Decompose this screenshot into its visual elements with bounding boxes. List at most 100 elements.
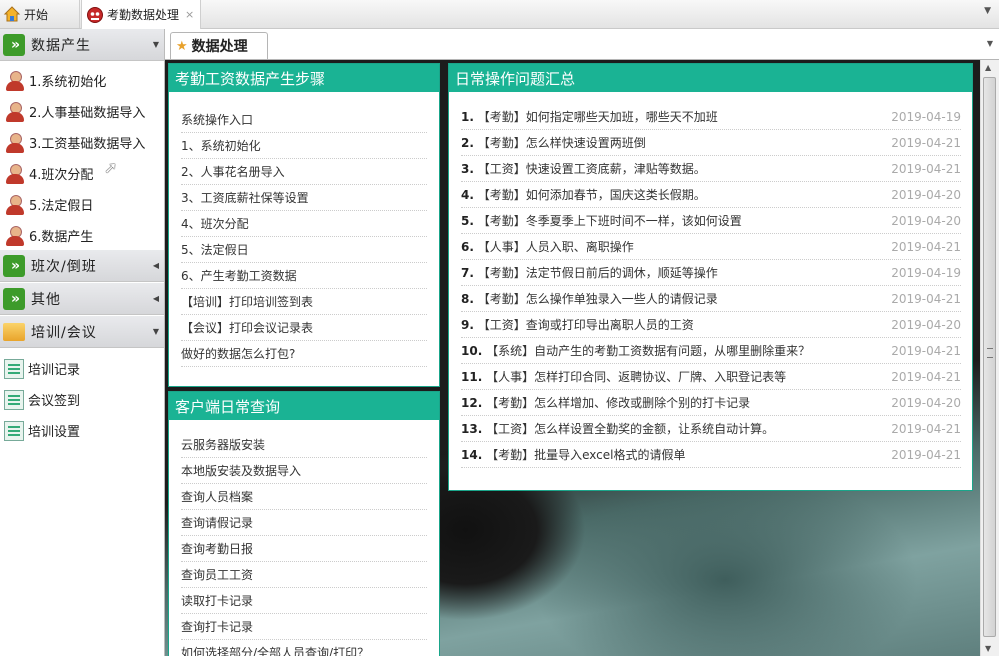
tab-attendance-processing-label: 考勤数据处理: [107, 8, 180, 22]
sidebar-item-system-init[interactable]: 1.系统初始化: [0, 65, 164, 96]
link-cloud-install[interactable]: 云服务器版安装: [181, 432, 427, 458]
sidebar-item-hr-import[interactable]: 2.人事基础数据导入: [0, 96, 164, 127]
sidebar-item-salary-import[interactable]: 3.工资基础数据导入: [0, 127, 164, 158]
person-icon: [4, 132, 26, 154]
link-pack-data[interactable]: 做好的数据怎么打包?: [181, 341, 427, 367]
tab-data-processing-label: 数据处理: [191, 39, 248, 55]
faq-item[interactable]: 8. 【考勤】怎么操作单独录入一些人的请假记录 2019-04-21: [461, 286, 961, 312]
grip-icon: [987, 348, 993, 358]
sidebar-item-meeting-signin[interactable]: 会议签到: [0, 384, 164, 415]
person-icon: [4, 163, 26, 185]
chevron-left-icon: ◀: [152, 294, 160, 303]
link-select-staff[interactable]: 如何选择部分/全部人员查询/打印？: [181, 640, 427, 656]
scroll-up-icon[interactable]: ▲: [985, 63, 991, 72]
sidebar-item-label: 会议签到: [28, 394, 81, 409]
double-chevron-right-icon: »: [3, 33, 25, 56]
sidebar-item-label: 1.系统初始化: [29, 75, 107, 90]
sidebar-group-other[interactable]: » 其他 ◀: [0, 283, 164, 315]
sidebar-item-training-record[interactable]: 培训记录: [0, 353, 164, 384]
link-print-training[interactable]: 【培训】打印培训签到表: [181, 289, 427, 315]
meeting-signin-icon: [4, 389, 24, 410]
link-step-roster[interactable]: 2、人事花名册导入: [181, 159, 427, 185]
link-local-install[interactable]: 本地版安装及数据导入: [181, 458, 427, 484]
close-icon[interactable]: ×: [185, 8, 194, 21]
tab-home[interactable]: 开始: [0, 0, 80, 28]
dashboard-content: 考勤工资数据产生步骤 系统操作入口 1、系统初始化 2、人事花名册导入 3、工资…: [165, 60, 980, 656]
link-step-generate[interactable]: 6、产生考勤工资数据: [181, 263, 427, 289]
sidebar-item-training-settings[interactable]: 培训设置: [0, 415, 164, 446]
panel-title: 客户端日常查询: [169, 392, 439, 420]
link-query-punch[interactable]: 查询打卡记录: [181, 614, 427, 640]
faq-item[interactable]: 13. 【工资】怎么样设置全勤奖的金额，让系统自动计算。 2019-04-21: [461, 416, 961, 442]
person-icon: [4, 225, 26, 247]
link-query-daily[interactable]: 查询考勤日报: [181, 536, 427, 562]
chevron-down-icon[interactable]: ▼: [984, 6, 991, 16]
person-icon: [4, 101, 26, 123]
faq-item[interactable]: 11. 【人事】怎样打印合同、返聘协议、厂牌、入职登记表等 2019-04-21: [461, 364, 961, 390]
sidebar-item-label: 5.法定假日: [29, 199, 94, 214]
faq-item[interactable]: 1. 【考勤】如何指定哪些天加班，哪些天不加班 2019-04-19: [461, 104, 961, 130]
link-step-salary[interactable]: 3、工资底薪社保等设置: [181, 185, 427, 211]
link-query-salary[interactable]: 查询员工工资: [181, 562, 427, 588]
faq-item[interactable]: 3. 【工资】快速设置工资底薪，津贴等数据。 2019-04-21: [461, 156, 961, 182]
chevron-left-icon: ◀: [152, 261, 160, 270]
panel-client-query: 客户端日常查询 云服务器版安装 本地版安装及数据导入 查询人员档案 查询请假记录…: [168, 391, 440, 656]
chevron-down-icon[interactable]: ▼: [987, 39, 993, 48]
link-read-punch[interactable]: 读取打卡记录: [181, 588, 427, 614]
sidebar-item-shift-assign[interactable]: 4.班次分配: [0, 158, 164, 189]
link-print-meeting[interactable]: 【会议】打印会议记录表: [181, 315, 427, 341]
app-icon: [87, 6, 103, 23]
faq-item[interactable]: 6. 【人事】人员入职、离职操作 2019-04-21: [461, 234, 961, 260]
inner-tab-bar: ★ 数据处理 ▼: [165, 29, 999, 60]
panel-title: 日常操作问题汇总: [449, 64, 972, 92]
scroll-thumb[interactable]: [983, 77, 996, 637]
faq-item[interactable]: 9. 【工资】查询或打印导出离职人员的工资 2019-04-20: [461, 312, 961, 338]
faq-item[interactable]: 14. 【考勤】批量导入excel格式的请假单 2019-04-21: [461, 442, 961, 468]
panel-faq: 日常操作问题汇总 1. 【考勤】如何指定哪些天加班，哪些天不加班 2019-04-…: [448, 63, 973, 491]
vertical-scrollbar[interactable]: ▲ ▼: [980, 60, 999, 656]
training-settings-icon: [4, 420, 24, 441]
link-step-init[interactable]: 1、系统初始化: [181, 133, 427, 159]
training-record-icon: [4, 358, 24, 379]
tab-home-label: 开始: [24, 7, 49, 22]
link-system-entry[interactable]: 系统操作入口: [181, 107, 427, 133]
link-step-holiday[interactable]: 5、法定假日: [181, 237, 427, 263]
star-icon: ★: [176, 38, 188, 54]
sidebar-group-data-generation[interactable]: » 数据产生 ▼: [0, 29, 164, 61]
link-step-shift[interactable]: 4、班次分配: [181, 211, 427, 237]
faq-item[interactable]: 7. 【考勤】法定节假日前后的调休，顺延等操作 2019-04-19: [461, 260, 961, 286]
person-icon: [4, 194, 26, 216]
faq-item[interactable]: 12. 【考勤】怎么样增加、修改或删除个别的打卡记录 2019-04-20: [461, 390, 961, 416]
tab-attendance-processing[interactable]: 考勤数据处理 ×: [81, 0, 201, 29]
home-icon: [3, 6, 21, 22]
link-query-leave[interactable]: 查询请假记录: [181, 510, 427, 536]
sidebar-item-label: 6.数据产生: [29, 230, 94, 245]
main-area: ★ 数据处理 ▼ 考勤工资数据产生步骤 系统操作入口 1、系统初始化 2、人事花…: [165, 29, 999, 656]
sidebar-group-label: 数据产生: [31, 37, 91, 54]
double-chevron-right-icon: »: [3, 287, 25, 310]
faq-item[interactable]: 2. 【考勤】怎么样快速设置两班倒 2019-04-21: [461, 130, 961, 156]
sidebar-item-label: 2.人事基础数据导入: [29, 106, 146, 121]
chevron-down-icon: ▼: [152, 40, 160, 49]
tab-data-processing[interactable]: ★ 数据处理: [170, 32, 268, 59]
scroll-down-icon[interactable]: ▼: [985, 644, 991, 653]
mouse-cursor-icon: ➚: [104, 158, 118, 177]
sidebar-group-label: 培训/会议: [31, 324, 97, 341]
sidebar-item-data-generate[interactable]: 6.数据产生: [0, 220, 164, 251]
sidebar-group-training-meeting[interactable]: 培训/会议 ▼: [0, 316, 164, 348]
faq-item[interactable]: 5. 【考勤】冬季夏季上下班时间不一样，该如何设置 2019-04-20: [461, 208, 961, 234]
link-query-staff[interactable]: 查询人员档案: [181, 484, 427, 510]
sidebar-group-label: 班次/倒班: [31, 258, 97, 275]
sidebar-group-shifts[interactable]: » 班次/倒班 ◀: [0, 250, 164, 282]
panel-title: 考勤工资数据产生步骤: [169, 64, 439, 92]
sidebar-group-label: 其他: [31, 291, 61, 308]
double-chevron-right-icon: »: [3, 254, 25, 277]
faq-item[interactable]: 4. 【考勤】如何添加春节，国庆这类长假期。 2019-04-20: [461, 182, 961, 208]
sidebar-item-label: 3.工资基础数据导入: [29, 137, 146, 152]
sidebar-item-label: 培训记录: [28, 363, 81, 378]
folder-icon: [3, 322, 25, 341]
faq-item[interactable]: 10. 【系统】自动产生的考勤工资数据有问题，从哪里删除重来？ 2019-04-2…: [461, 338, 961, 364]
chevron-down-icon: ▼: [152, 327, 160, 336]
sidebar-item-holidays[interactable]: 5.法定假日: [0, 189, 164, 220]
sidebar: » 数据产生 ▼ 1.系统初始化 2.人事基础数据导入 3.工资基础数据导入 4…: [0, 29, 165, 656]
